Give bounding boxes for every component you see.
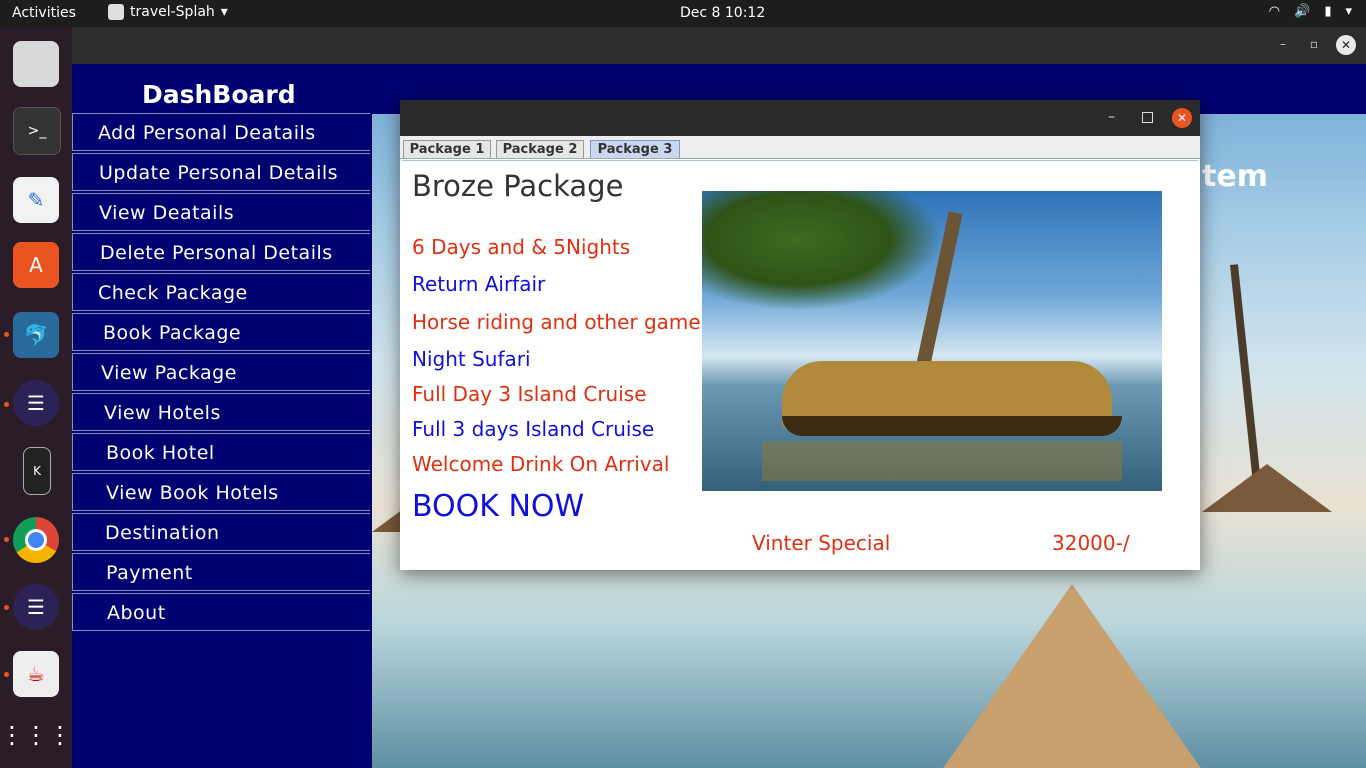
menu-delete-personal-details[interactable]: Delete Personal Details [72,233,370,271]
dialog-titlebar[interactable]: – ✕ [400,100,1200,136]
menu-view-details[interactable]: View Deatails [72,193,370,231]
feature-island-cruise-3days: Full 3 days Island Cruise [412,417,655,441]
eclipse-icon[interactable]: ☰ [13,584,59,630]
mysql-workbench-icon[interactable]: 🐬 [13,312,59,358]
minimize-icon[interactable]: – [1108,109,1115,125]
menu-payment[interactable]: Payment [72,553,370,591]
menu-update-personal-details[interactable]: Update Personal Details [72,153,370,191]
running-indicator [4,605,9,610]
eclipse-icon[interactable]: ☰ [13,380,59,426]
files-icon[interactable] [13,41,59,87]
app-icon [108,4,124,20]
running-indicator [4,537,9,542]
chevron-down-icon: ▾ [220,4,228,20]
chrome-icon[interactable] [13,517,59,563]
close-icon[interactable]: ✕ [1172,108,1192,128]
feature-welcome-drink: Welcome Drink On Arrival [412,452,670,476]
houseboat-hull [782,416,1122,436]
terminal-icon[interactable]: >_ [13,107,61,155]
volume-icon[interactable]: 🔊 [1294,4,1310,19]
running-indicator [4,672,9,677]
palm-leaves [702,191,942,311]
text-editor-icon[interactable]: ✎ [13,177,59,223]
menu-destination[interactable]: Destination [72,513,370,551]
menu-book-package[interactable]: Book Package [72,313,370,351]
book-now-button[interactable]: BOOK NOW [412,489,584,524]
battery-icon[interactable]: ▮ [1324,4,1331,19]
top-bar: Activities travel-Splah ▾ Dec 8 10:12 ◠ … [0,0,1366,27]
special-label: Vinter Special [752,531,891,555]
tab-package-2[interactable]: Package 2 [496,140,584,158]
menu-check-package[interactable]: Check Package [72,273,370,311]
system-tray[interactable]: ◠ 🔊 ▮ ▾ [1269,4,1352,19]
menu-view-package[interactable]: View Package [72,353,370,391]
background-title-fragment: tem [1202,159,1268,194]
wifi-icon[interactable]: ◠ [1269,4,1280,19]
tab-package-1[interactable]: Package 1 [403,140,491,158]
maximize-icon[interactable] [1142,112,1153,123]
package-tabs: Package 1 Package 2 Package 3 [400,136,1200,159]
palm-trunk [1230,264,1262,494]
menu-book-hotel[interactable]: Book Hotel [72,433,370,471]
feature-days-nights: 6 Days and & 5Nights [412,235,631,259]
package-image [702,191,1162,491]
running-indicator [4,402,9,407]
close-icon[interactable]: ✕ [1336,35,1356,55]
feature-night-safari: Night Sufari [412,347,531,371]
minimize-icon[interactable]: – [1280,37,1286,51]
maximize-icon[interactable]: ▫ [1310,37,1318,51]
java-icon[interactable]: ☕ [13,651,59,697]
running-indicator [4,332,9,337]
app-name: travel-Splah [130,4,215,20]
tab-package-3[interactable]: Package 3 [590,140,680,158]
pier [932,584,1212,768]
hut-roof [1202,464,1332,512]
price-label: 32000-/ [1052,531,1130,555]
package-title: Broze Package [412,169,624,203]
dock: >_ ✎ A 🐬 ☰ K ☰ ☕ ⋮⋮⋮ [0,27,72,768]
power-menu-icon[interactable]: ▾ [1345,4,1352,19]
package-dialog: – ✕ Package 1 Package 2 Package 3 Broze … [400,100,1200,570]
kde-connect-icon[interactable]: K [23,447,51,495]
menu-add-personal-details[interactable]: Add Personal Deatails [72,113,370,151]
menu-about[interactable]: About [72,593,370,631]
package-content: Broze Package 6 Days and & 5Nights Retur… [402,160,1198,569]
clock[interactable]: Dec 8 10:12 [680,5,765,21]
menu-view-book-hotels[interactable]: View Book Hotels [72,473,370,511]
feature-island-cruise-day: Full Day 3 Island Cruise [412,382,647,406]
dashboard-title: DashBoard [142,80,296,109]
app-menu[interactable]: travel-Splah ▾ [108,4,228,20]
feature-horse-riding: Horse riding and other games [412,310,712,334]
app-center-icon[interactable]: A [13,242,59,288]
feature-return-airfare: Return Airfair [412,272,546,296]
main-window-titlebar[interactable]: – ▫ ✕ [72,27,1366,64]
app-grid-icon[interactable]: ⋮⋮⋮ [0,712,72,758]
activities-button[interactable]: Activities [12,5,76,21]
water-reflection [762,441,1122,481]
menu-view-hotels[interactable]: View Hotels [72,393,370,431]
